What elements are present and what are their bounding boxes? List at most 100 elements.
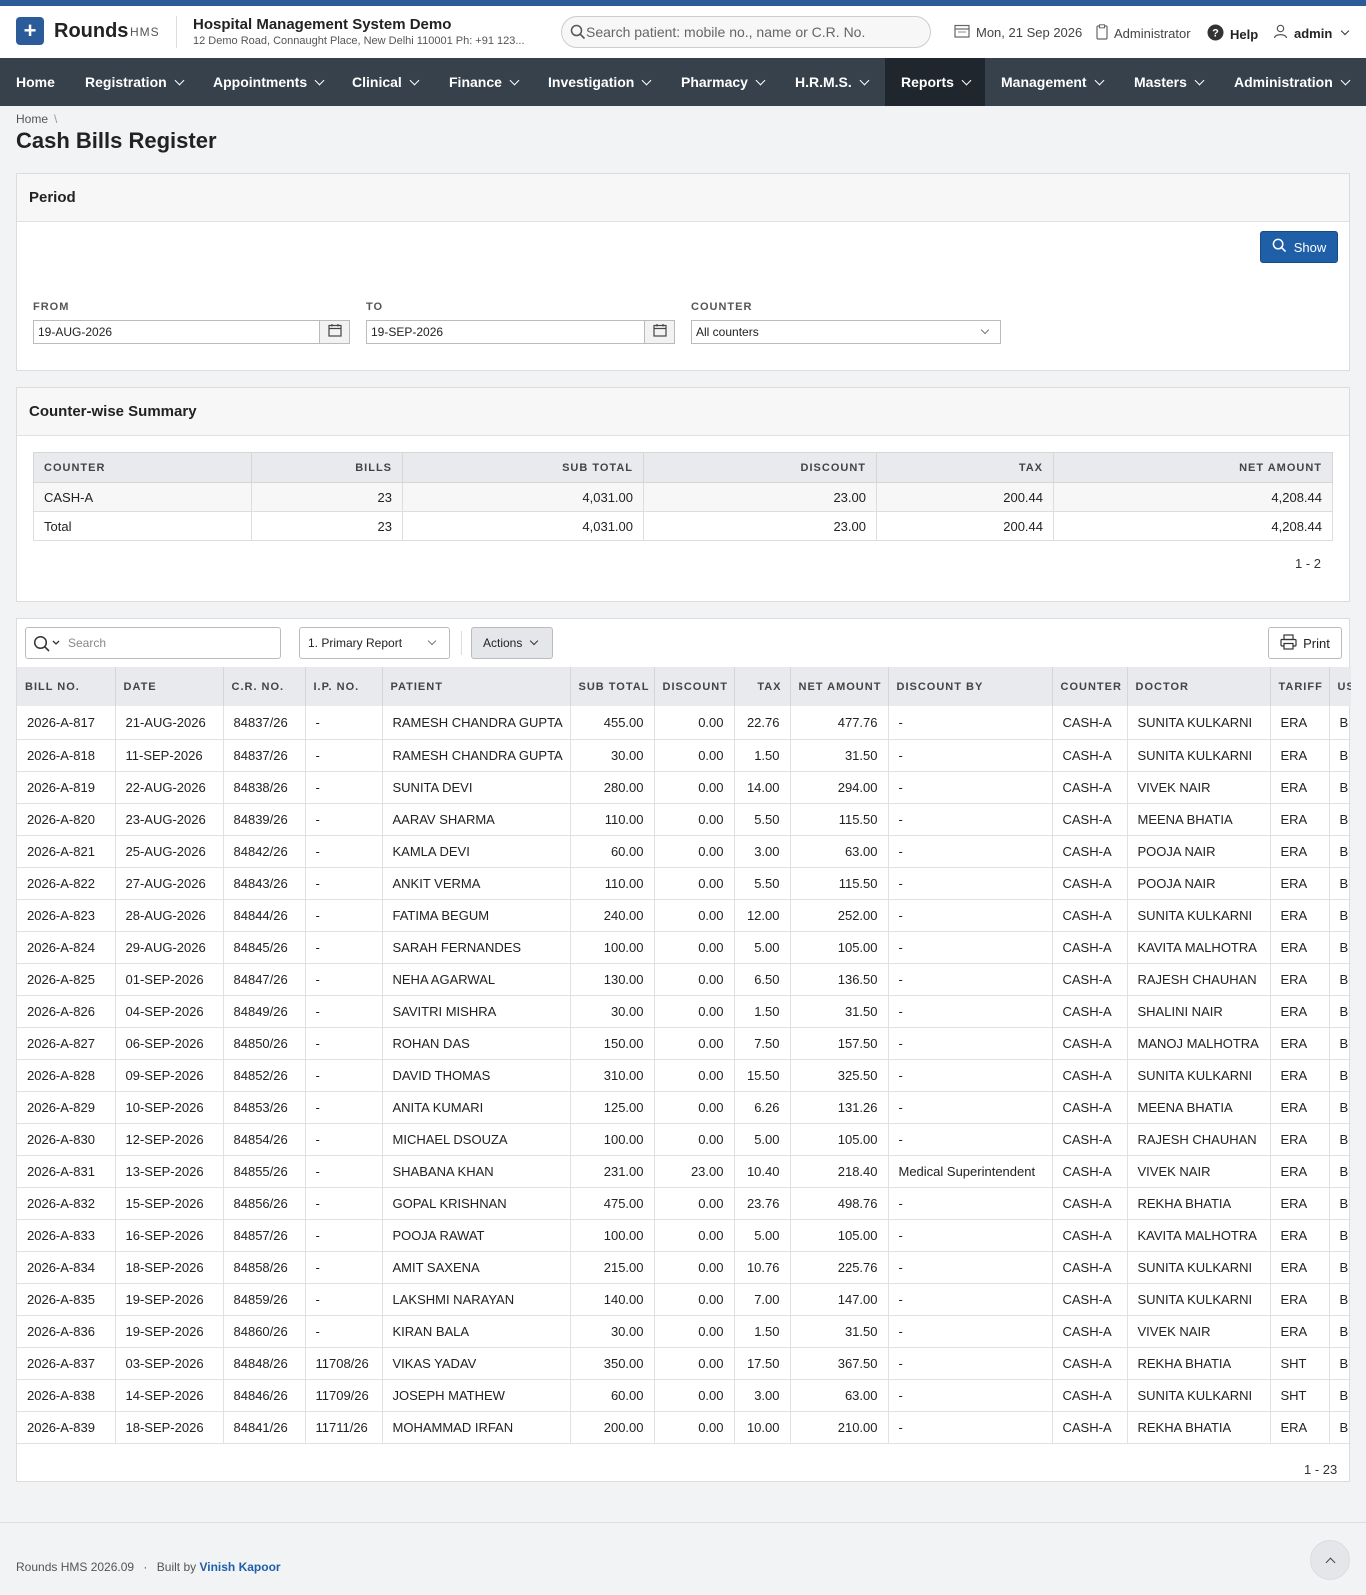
role-indicator[interactable]: Administrator — [1096, 24, 1191, 43]
search-icon[interactable] — [33, 635, 61, 655]
rounds-logo-icon[interactable]: + — [16, 17, 44, 45]
chevron-down-icon — [641, 75, 652, 86]
cell-discount-by: - — [888, 931, 1053, 964]
col-header-user[interactable]: USER — [1329, 667, 1351, 706]
col-header-date[interactable]: DATE — [115, 667, 224, 706]
cell-ip-no: - — [305, 931, 383, 964]
nav-finance[interactable]: Finance — [433, 58, 534, 106]
table-row[interactable]: 2026-A-833 16-SEP-2026 84857/26- POOJA RAWA… — [17, 1219, 1351, 1252]
cell-discount-by: - — [888, 1059, 1053, 1092]
col-header-patient[interactable]: PATIENT — [382, 667, 571, 706]
col-header-discount-by[interactable]: DISCOUNT BY — [888, 667, 1053, 706]
user-menu[interactable]: admin — [1273, 24, 1350, 42]
nav-appointments[interactable]: Appointments — [197, 58, 339, 106]
footer-author-link[interactable]: Vinish Kapoor — [199, 1560, 280, 1574]
nav-clinical[interactable]: Clinical — [336, 58, 434, 106]
nav-investigation[interactable]: Investigation — [532, 58, 666, 106]
nav-home[interactable]: Home — [0, 58, 71, 106]
report-search-input[interactable] — [68, 636, 268, 650]
table-row[interactable]: 2026-A-835 19-SEP-2026 84859/26- LAKSHMI NA… — [17, 1283, 1351, 1316]
table-row[interactable]: 2026-A-826 04-SEP-2026 84849/26- SAVITRI MI… — [17, 995, 1351, 1028]
brand-name[interactable]: Rounds — [54, 20, 128, 43]
actions-label: Actions — [483, 636, 523, 650]
cell-cr-no: 84847/26 — [223, 963, 306, 996]
table-row[interactable]: 2026-A-828 09-SEP-2026 84852/26- DAVID THOM… — [17, 1059, 1351, 1092]
col-header-ip-no[interactable]: I.P. NO. — [305, 667, 383, 706]
table-row[interactable]: 2026-A-824 29-AUG-2026 84845/26- SARAH FERN… — [17, 931, 1351, 964]
cell-tax: 7.00 — [734, 1283, 791, 1316]
report-pagination: 1 - 23 — [1304, 1462, 1338, 1477]
report-search-box[interactable] — [25, 627, 281, 659]
col-header-counter[interactable]: COUNTER — [1052, 667, 1128, 706]
nav-masters[interactable]: Masters — [1118, 58, 1219, 106]
from-date-picker[interactable] — [319, 320, 350, 344]
table-row[interactable]: 2026-A-834 18-SEP-2026 84858/26- AMIT SAXEN… — [17, 1251, 1351, 1284]
col-header-bill-no[interactable]: BILL NO. — [17, 667, 116, 706]
summary-col-net-amount[interactable]: NET AMOUNT — [1053, 452, 1333, 483]
col-header-doctor[interactable]: DOCTOR — [1127, 667, 1271, 706]
table-row[interactable]: 2026-A-822 27-AUG-2026 84843/26- ANKIT VERM… — [17, 867, 1351, 900]
cell-net-amount: 218.40 — [790, 1155, 889, 1188]
print-button[interactable]: Print — [1268, 627, 1342, 659]
patient-search-box[interactable] — [561, 16, 931, 48]
nav-reports[interactable]: Reports — [885, 58, 985, 106]
nav-registration[interactable]: Registration — [69, 58, 199, 106]
summary-col-subtotal[interactable]: SUB TOTAL — [402, 452, 644, 483]
col-header-tariff[interactable]: TARIFF — [1270, 667, 1330, 706]
cell-ip-no: 11709/26 — [305, 1379, 383, 1412]
to-date-picker[interactable] — [644, 320, 675, 344]
table-row[interactable]: 2026-A-829 10-SEP-2026 84853/26- ANITA KUMA… — [17, 1091, 1351, 1124]
cell-doctor: VIVEK NAIR — [1127, 1315, 1271, 1348]
nav-pharmacy[interactable]: Pharmacy — [665, 58, 780, 106]
nav-administration[interactable]: Administration — [1218, 58, 1365, 106]
col-header-net-amount[interactable]: NET AMOUNT — [790, 667, 889, 706]
table-row[interactable]: 2026-A-827 06-SEP-2026 84850/26- ROHAN DAS 1… — [17, 1027, 1351, 1060]
cell-cr-no: 84853/26 — [223, 1091, 306, 1124]
table-row[interactable]: 2026-A-819 22-AUG-2026 84838/26- SUNITA DEV… — [17, 771, 1351, 804]
table-row[interactable]: 2026-A-821 25-AUG-2026 84842/26- KAMLA DEVI… — [17, 835, 1351, 868]
patient-search-input[interactable] — [586, 24, 916, 40]
from-date-field[interactable]: 19-AUG-2026 — [33, 320, 320, 344]
counter-select[interactable]: All counters — [691, 320, 1001, 344]
nav-administration-label: Administration — [1234, 74, 1333, 90]
col-header-cr-no[interactable]: C.R. NO. — [223, 667, 306, 706]
table-row[interactable]: 2026-A-817 21-AUG-2026 84837/26- RAMESH CHA… — [17, 706, 1351, 740]
show-button[interactable]: Show — [1260, 231, 1338, 263]
col-header-sub-total[interactable]: SUB TOTAL — [570, 667, 655, 706]
table-row[interactable]: 2026-A-837 03-SEP-2026 84848/26 11708/26 VIK… — [17, 1347, 1351, 1380]
summary-col-discount[interactable]: DISCOUNT — [643, 452, 877, 483]
col-header-discount[interactable]: DISCOUNT — [654, 667, 735, 706]
table-row[interactable]: 2026-A-836 19-SEP-2026 84860/26- KIRAN BALA… — [17, 1315, 1351, 1348]
table-row[interactable]: 2026-A-825 01-SEP-2026 84847/26- NEHA AGARW… — [17, 963, 1351, 996]
summary-cell: 23 — [251, 482, 403, 512]
cell-tariff: ERA — [1270, 1315, 1330, 1348]
summary-col-tax[interactable]: TAX — [876, 452, 1054, 483]
table-row[interactable]: 2026-A-830 12-SEP-2026 84854/26- MICHAEL DS… — [17, 1123, 1351, 1156]
cell-discount: 0.00 — [654, 1027, 735, 1060]
cell-discount: 0.00 — [654, 1347, 735, 1380]
table-row[interactable]: 2026-A-831 13-SEP-2026 84855/26- SHABANA KH… — [17, 1155, 1351, 1188]
table-row[interactable]: 2026-A-818 11-SEP-2026 84837/26- RAMESH CHA… — [17, 739, 1351, 772]
table-row[interactable]: 2026-A-838 14-SEP-2026 84846/26 11709/26 JOS… — [17, 1379, 1351, 1412]
breadcrumb-home[interactable]: Home — [16, 112, 48, 126]
actions-menu-button[interactable]: Actions — [471, 627, 553, 659]
nav-finance-label: Finance — [449, 74, 502, 90]
summary-col-bills[interactable]: BILLS — [251, 452, 403, 483]
scroll-to-top-button[interactable] — [1310, 1540, 1350, 1580]
help-link[interactable]: ? Help — [1207, 24, 1258, 44]
page-footer: Rounds HMS 2026.09 · Built by Vinish Kap… — [0, 1522, 1366, 1595]
table-row[interactable]: 2026-A-823 28-AUG-2026 84844/26- FATIMA BEG… — [17, 899, 1351, 932]
main-navigation: Home Registration Appointments Clinical … — [0, 58, 1366, 106]
table-row[interactable]: 2026-A-839 18-SEP-2026 84841/26 11711/26 MOH… — [17, 1411, 1351, 1444]
table-row[interactable]: 2026-A-832 15-SEP-2026 84856/26- GOPAL KRIS… — [17, 1187, 1351, 1220]
cell-discount-by: - — [888, 963, 1053, 996]
table-row[interactable]: 2026-A-820 23-AUG-2026 84839/26- AARAV SHAR… — [17, 803, 1351, 836]
summary-col-counter[interactable]: COUNTER — [33, 452, 252, 483]
report-view-select[interactable]: 1. Primary Report — [299, 627, 450, 659]
nav-hrms[interactable]: H.R.M.S. — [779, 58, 884, 106]
cell-sub-total: 231.00 — [570, 1155, 655, 1188]
nav-management[interactable]: Management — [985, 58, 1119, 106]
col-header-tax[interactable]: TAX — [734, 667, 791, 706]
to-date-field[interactable]: 19-SEP-2026 — [366, 320, 645, 344]
cell-patient: AARAV SHARMA — [382, 803, 571, 836]
